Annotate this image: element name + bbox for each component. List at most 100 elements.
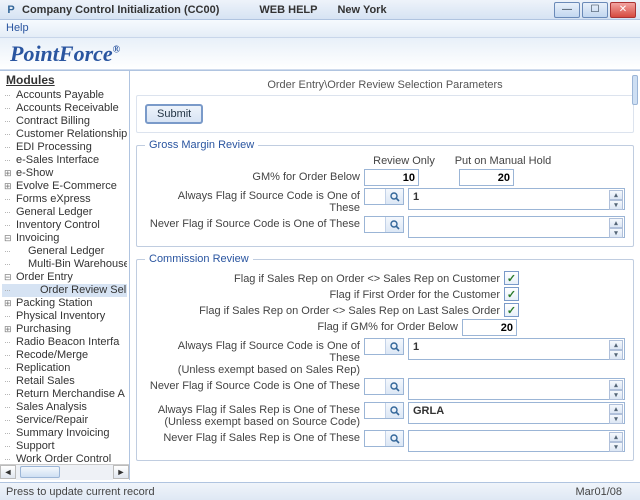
status-date: Mar01/08 <box>564 486 634 498</box>
commission-fieldset: Commission Review Flag if Sales Rep on O… <box>136 253 634 461</box>
location-link[interactable]: New York <box>337 4 386 16</box>
scroll-right-button[interactable]: ► <box>113 465 129 479</box>
close-button[interactable]: ✕ <box>610 2 636 18</box>
gm-never-textarea[interactable]: ▴▾ <box>408 216 625 238</box>
cr-gm-input[interactable] <box>462 319 517 336</box>
tree-item[interactable]: Evolve E-Commerce <box>2 180 127 193</box>
submit-button[interactable]: Submit <box>145 104 203 124</box>
gm-always-lookup[interactable] <box>364 188 404 205</box>
cr-legend: Commission Review <box>145 253 253 265</box>
tree-item[interactable]: Sales Analysis <box>2 401 127 414</box>
tree-item[interactable]: Radio Beacon Interfa <box>2 336 127 349</box>
tree-item[interactable]: Service/Repair <box>2 414 127 427</box>
web-help-link[interactable]: WEB HELP <box>259 4 317 16</box>
gm-row3-label: Never Flag if Source Code is One of Thes… <box>145 216 360 230</box>
cr-chk2[interactable]: ✓ <box>504 287 519 301</box>
cr-chk2-label: Flag if First Order for the Customer <box>145 287 500 301</box>
brand-logo: PointForce® <box>10 41 120 67</box>
module-tree[interactable]: Accounts PayableAccounts ReceivableContr… <box>0 89 129 464</box>
tree-item[interactable]: Summary Invoicing <box>2 427 127 440</box>
gm-col-hold: Put on Manual Hold <box>448 155 558 167</box>
tree-item[interactable]: Replication <box>2 362 127 375</box>
titlebar-links: WEB HELP New York <box>259 4 386 16</box>
magnify-icon[interactable] <box>385 403 403 418</box>
gm-row2-label: Always Flag if Source Code is One of The… <box>145 188 360 214</box>
tree-item[interactable]: Accounts Receivable <box>2 102 127 115</box>
magnify-icon[interactable] <box>385 431 403 446</box>
scroll-track[interactable] <box>16 465 113 480</box>
cr-a2-lookup[interactable] <box>364 402 404 419</box>
tree-item[interactable]: Accounts Payable <box>2 89 127 102</box>
tree-item[interactable]: Customer Relationship <box>2 128 127 141</box>
tree-item[interactable]: Work Order Control <box>2 453 127 464</box>
cr-chk1[interactable]: ✓ <box>504 271 519 285</box>
spinner-down-icon[interactable]: ▾ <box>609 200 623 210</box>
magnify-icon[interactable] <box>385 217 403 232</box>
sidebar-header: Modules <box>0 71 129 89</box>
titlebar: P Company Control Initialization (CC00) … <box>0 0 640 20</box>
content-scrollbar[interactable] <box>632 75 638 105</box>
magnify-icon[interactable] <box>385 339 403 354</box>
window-title: Company Control Initialization (CC00) <box>22 4 219 16</box>
status-bar: Press to update current record Mar01/08 <box>0 482 640 500</box>
magnify-icon[interactable] <box>385 189 403 204</box>
cr-gm-label: Flag if GM% for Order Below <box>145 319 458 333</box>
cr-a2-textarea[interactable]: GRLA▴▾ <box>408 402 625 424</box>
menubar: Help <box>0 20 640 38</box>
tree-item[interactable]: Return Merchandise A <box>2 388 127 401</box>
tree-item[interactable]: e-Show <box>2 167 127 180</box>
gm-row1-label: GM% for Order Below <box>145 169 360 183</box>
tree-item[interactable]: Order Review Sel <box>2 284 127 297</box>
scroll-thumb[interactable] <box>20 466 60 478</box>
maximize-button[interactable]: ☐ <box>582 2 608 18</box>
tree-item[interactable]: Support <box>2 440 127 453</box>
tree-item[interactable]: Packing Station <box>2 297 127 310</box>
tree-item[interactable]: Inventory Control <box>2 219 127 232</box>
cr-chk3[interactable]: ✓ <box>504 303 519 317</box>
tree-item[interactable]: Physical Inventory <box>2 310 127 323</box>
tree-item[interactable]: e-Sales Interface <box>2 154 127 167</box>
cr-n2-lookup[interactable] <box>364 430 404 447</box>
sidebar-hscroll[interactable]: ◄ ► <box>0 464 129 480</box>
menu-help[interactable]: Help <box>6 22 29 34</box>
status-message: Press to update current record <box>6 486 155 498</box>
tree-item[interactable]: Contract Billing <box>2 115 127 128</box>
minimize-button[interactable]: — <box>554 2 580 18</box>
gm-always-textarea[interactable]: 1▴▾ <box>408 188 625 210</box>
cr-n1-lookup[interactable] <box>364 378 404 395</box>
cr-n1-label: Never Flag if Source Code is One of Thes… <box>145 378 360 392</box>
magnify-icon[interactable] <box>385 379 403 394</box>
brand-bar: PointForce® <box>0 38 640 70</box>
gross-margin-fieldset: Gross Margin Review Review Only Put on M… <box>136 139 634 247</box>
gm-hold-input[interactable] <box>459 169 514 186</box>
spinner-up-icon[interactable]: ▴ <box>609 190 623 200</box>
tree-item[interactable]: Retail Sales <box>2 375 127 388</box>
sidebar: Modules Accounts PayableAccounts Receiva… <box>0 71 130 480</box>
tree-item[interactable]: EDI Processing <box>2 141 127 154</box>
app-icon: P <box>4 3 18 17</box>
cr-n1-textarea[interactable]: ▴▾ <box>408 378 625 400</box>
cr-a1-label: Always Flag if Source Code is One of The… <box>145 338 360 376</box>
cr-n2-textarea[interactable]: ▴▾ <box>408 430 625 452</box>
gm-legend: Gross Margin Review <box>145 139 258 151</box>
content-pane: Order Entry\Order Review Selection Param… <box>130 71 640 480</box>
tree-item[interactable]: Forms eXpress <box>2 193 127 206</box>
tree-item[interactable]: Invoicing <box>2 232 127 245</box>
cr-chk3-label: Flag if Sales Rep on Order <> Sales Rep … <box>145 303 500 317</box>
tree-item[interactable]: General Ledger <box>2 245 127 258</box>
gm-review-input[interactable] <box>364 169 419 186</box>
cr-a1-lookup[interactable] <box>364 338 404 355</box>
page-title: Order Entry\Order Review Selection Param… <box>136 75 634 95</box>
tree-item[interactable]: Order Entry <box>2 271 127 284</box>
cr-a1-textarea[interactable]: 1▴▾ <box>408 338 625 360</box>
tree-item[interactable]: General Ledger <box>2 206 127 219</box>
tree-item[interactable]: Recode/Merge <box>2 349 127 362</box>
cr-chk1-label: Flag if Sales Rep on Order <> Sales Rep … <box>145 271 500 285</box>
tree-item[interactable]: Multi-Bin Warehouse <box>2 258 127 271</box>
scroll-left-button[interactable]: ◄ <box>0 465 16 479</box>
tree-item[interactable]: Purchasing <box>2 323 127 336</box>
cr-a2-label: Always Flag if Sales Rep is One of These… <box>145 402 360 428</box>
gm-col-review: Review Only <box>364 155 444 167</box>
gm-never-lookup[interactable] <box>364 216 404 233</box>
cr-n2-label: Never Flag if Sales Rep is One of These <box>145 430 360 444</box>
